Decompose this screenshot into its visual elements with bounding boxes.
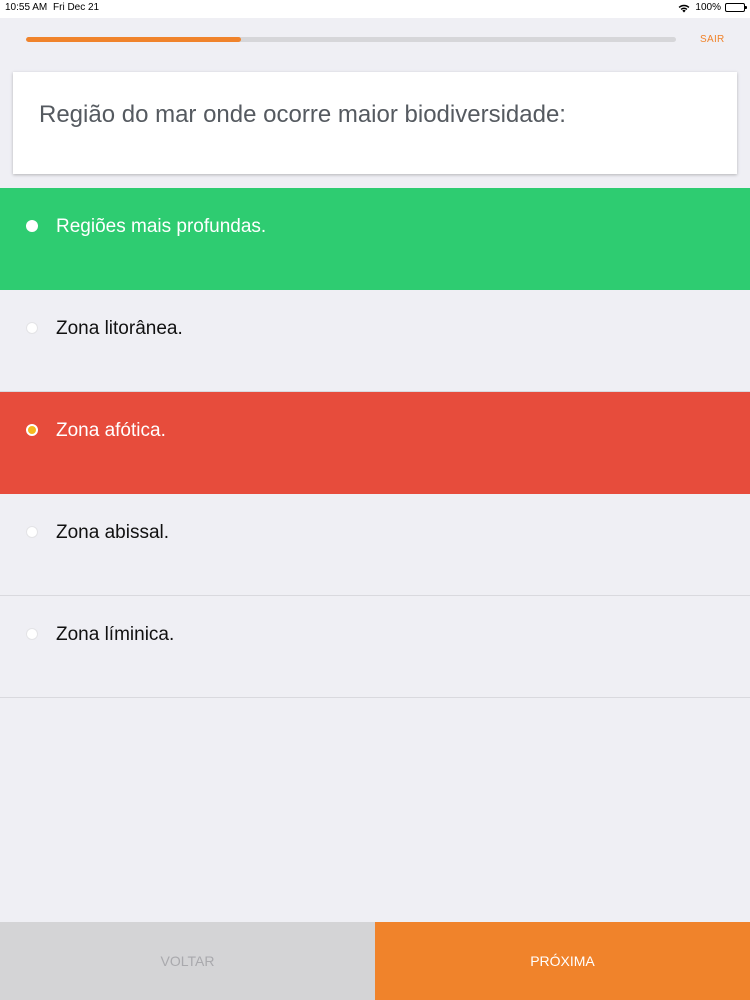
- answer-option-4[interactable]: Zona abissal.: [0, 494, 750, 596]
- radio-icon: [26, 322, 38, 334]
- bottom-bar: VOLTAR PRÓXIMA: [0, 922, 750, 1000]
- radio-icon: [26, 220, 38, 232]
- battery-icon: [725, 3, 747, 12]
- radio-icon: [26, 424, 38, 436]
- answer-option-1[interactable]: Regiões mais profundas.: [0, 188, 750, 290]
- answer-option-2[interactable]: Zona litorânea.: [0, 290, 750, 392]
- question-card: Região do mar onde ocorre maior biodiver…: [13, 72, 737, 174]
- exit-button[interactable]: SAIR: [700, 34, 725, 45]
- answer-label: Zona afótica.: [56, 420, 166, 441]
- answer-options: Regiões mais profundas. Zona litorânea. …: [0, 188, 750, 698]
- answer-label: Regiões mais profundas.: [56, 216, 267, 237]
- answer-label: Zona litorânea.: [56, 318, 183, 339]
- radio-icon: [26, 526, 38, 538]
- status-date: Fri Dec 21: [53, 2, 100, 13]
- status-right: 100%: [677, 2, 747, 13]
- answer-option-5[interactable]: Zona líminica.: [0, 596, 750, 698]
- answer-label: Zona líminica.: [56, 624, 175, 645]
- status-bar: 10:55 AM Fri Dec 21 100%: [0, 0, 750, 18]
- progress-fill: [26, 37, 241, 42]
- answer-option-3[interactable]: Zona afótica.: [0, 392, 750, 494]
- answer-label: Zona abissal.: [56, 522, 170, 543]
- back-button[interactable]: VOLTAR: [0, 922, 375, 1000]
- battery-percent: 100%: [695, 2, 721, 13]
- radio-icon: [26, 628, 38, 640]
- progress-bar: [26, 37, 676, 42]
- wifi-icon: [679, 4, 690, 12]
- status-time: 10:55 AM: [5, 2, 48, 13]
- question-text: Região do mar onde ocorre maior biodiver…: [39, 101, 566, 128]
- next-button[interactable]: PRÓXIMA: [375, 922, 750, 1000]
